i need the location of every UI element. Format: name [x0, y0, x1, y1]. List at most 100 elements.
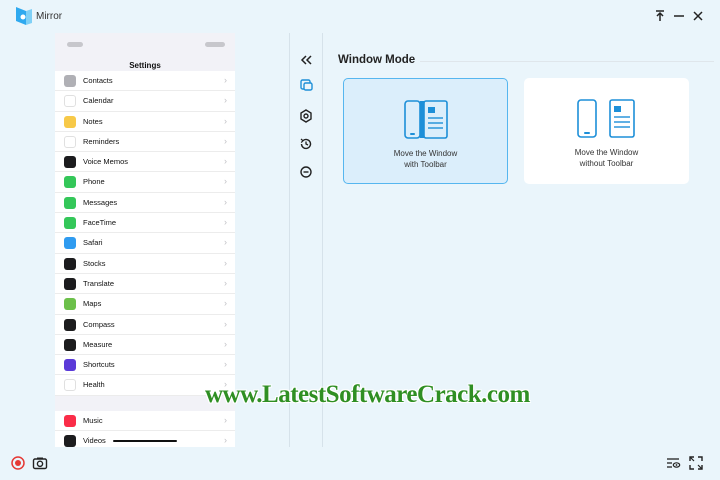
- app-icon: [64, 298, 76, 311]
- chevron-right-icon: ›: [224, 156, 227, 167]
- mode-label-line2: with Toolbar: [404, 160, 447, 169]
- fullscreen-icon[interactable]: [688, 455, 704, 471]
- settings-row-label: Translate: [83, 278, 114, 288]
- phone-without-toolbar-icon: [577, 99, 635, 138]
- bottom-bar: [0, 447, 720, 480]
- chevron-right-icon: ›: [224, 298, 227, 309]
- app-logo-icon: [16, 7, 32, 25]
- app-icon: [64, 338, 76, 351]
- settings-row[interactable]: Translate ›: [55, 274, 235, 295]
- section-title: Window Mode: [338, 54, 416, 66]
- chevron-right-icon: ›: [224, 176, 227, 187]
- app-icon: [64, 176, 76, 189]
- settings-row[interactable]: Contacts ›: [55, 71, 235, 92]
- app-icon: [64, 95, 76, 108]
- app-icon: [64, 115, 76, 128]
- settings-list: Contacts › Calendar › Notes › Reminders › Voice …: [55, 71, 235, 396]
- chevron-right-icon: ›: [224, 237, 227, 248]
- settings-row[interactable]: Calendar ›: [55, 91, 235, 112]
- phone-with-toolbar-icon: [404, 100, 448, 139]
- pin-icon[interactable]: [652, 8, 668, 24]
- app-icon: [64, 135, 76, 148]
- chevron-right-icon: ›: [224, 435, 227, 446]
- chevron-right-icon: ›: [224, 217, 227, 228]
- settings-row[interactable]: Messages ›: [55, 193, 235, 214]
- settings-row[interactable]: Music ›: [55, 411, 235, 432]
- collapse-icon[interactable]: [298, 52, 314, 68]
- settings-row-label: Voice Memos: [83, 157, 129, 167]
- app-title: Mirror: [36, 11, 63, 22]
- settings-header: Settings: [129, 61, 161, 70]
- window-mode-icon[interactable]: [298, 77, 314, 93]
- settings-row-label: FaceTime: [83, 218, 117, 228]
- settings-row-label: Compass: [83, 319, 115, 329]
- status-icons-blur: [205, 42, 225, 47]
- app-icon: [64, 75, 76, 87]
- settings-row[interactable]: Stocks ›: [55, 254, 235, 274]
- divider: [420, 61, 714, 62]
- mode-label-with-toolbar: Move the Window with Toolbar: [344, 148, 507, 170]
- mode-label-line2: without Toolbar: [579, 159, 634, 168]
- app-icon: [64, 435, 76, 447]
- app-icon: [64, 318, 76, 331]
- settings-icon[interactable]: [298, 108, 314, 124]
- settings-row-label: Safari: [83, 238, 103, 248]
- app-icon: [64, 237, 76, 250]
- chevron-right-icon: ›: [224, 318, 227, 329]
- settings-row[interactable]: Voice Memos ›: [55, 152, 235, 173]
- settings-row[interactable]: Shortcuts ›: [55, 355, 235, 376]
- settings-row-label: Reminders: [83, 136, 120, 146]
- minimize-icon[interactable]: [671, 8, 687, 24]
- screenshot-icon[interactable]: [32, 455, 48, 471]
- settings-row-label: Health: [83, 380, 105, 390]
- settings-row-label: Calendar: [83, 96, 114, 106]
- settings-row[interactable]: FaceTime ›: [55, 213, 235, 234]
- app-icon: [64, 415, 76, 427]
- app-icon: [64, 156, 76, 169]
- watermark-text: www.LatestSoftwareCrack.com: [205, 381, 530, 408]
- settings-row-label: Measure: [83, 339, 113, 349]
- chevron-right-icon: ›: [224, 95, 227, 106]
- mode-label-line1: Move the Window: [393, 149, 458, 158]
- chevron-right-icon: ›: [224, 277, 227, 288]
- chevron-right-icon: ›: [224, 135, 227, 146]
- chevron-right-icon: ›: [224, 415, 227, 425]
- settings-row[interactable]: Phone ›: [55, 172, 235, 193]
- app-icon: [64, 196, 76, 209]
- mode-label-without-toolbar: Move the Window without Toolbar: [524, 147, 689, 169]
- home-indicator[interactable]: [113, 440, 177, 442]
- remove-icon[interactable]: [298, 164, 314, 180]
- mode-label-line1: Move the Window: [574, 148, 639, 157]
- settings-row[interactable]: Safari ›: [55, 233, 235, 254]
- app-icon: [64, 277, 76, 290]
- settings-row[interactable]: Reminders ›: [55, 132, 235, 153]
- chevron-right-icon: ›: [224, 257, 227, 268]
- title-bar: Mirror: [0, 0, 720, 33]
- settings-row[interactable]: Notes ›: [55, 112, 235, 132]
- app-icon: [64, 359, 76, 372]
- mode-card-without-toolbar[interactable]: Move the Window without Toolbar: [524, 78, 689, 184]
- settings-row[interactable]: Compass ›: [55, 315, 235, 335]
- settings-row-label: Messages: [83, 197, 118, 207]
- settings-row-label: Phone: [83, 177, 105, 187]
- settings-row-label: Stocks: [83, 258, 106, 268]
- mode-card-with-toolbar[interactable]: Move the Window with Toolbar: [343, 78, 508, 184]
- settings-row-label: Maps: [83, 299, 102, 309]
- app-icon: [64, 379, 76, 392]
- chevron-right-icon: ›: [224, 338, 227, 349]
- chevron-right-icon: ›: [224, 359, 227, 370]
- chevron-right-icon: ›: [224, 196, 227, 207]
- app-icon: [64, 217, 76, 230]
- settings-row-label: Music: [83, 416, 103, 425]
- app-icon: [64, 257, 76, 270]
- chevron-right-icon: ›: [224, 115, 227, 126]
- visibility-icon[interactable]: [665, 455, 681, 471]
- record-icon[interactable]: [10, 455, 26, 471]
- status-time-blur: [67, 42, 83, 47]
- chevron-right-icon: ›: [224, 75, 227, 85]
- settings-row[interactable]: Maps ›: [55, 294, 235, 315]
- phone-status-bar: [55, 33, 235, 57]
- settings-row[interactable]: Measure ›: [55, 335, 235, 356]
- history-icon[interactable]: [298, 136, 314, 152]
- close-icon[interactable]: [690, 8, 706, 24]
